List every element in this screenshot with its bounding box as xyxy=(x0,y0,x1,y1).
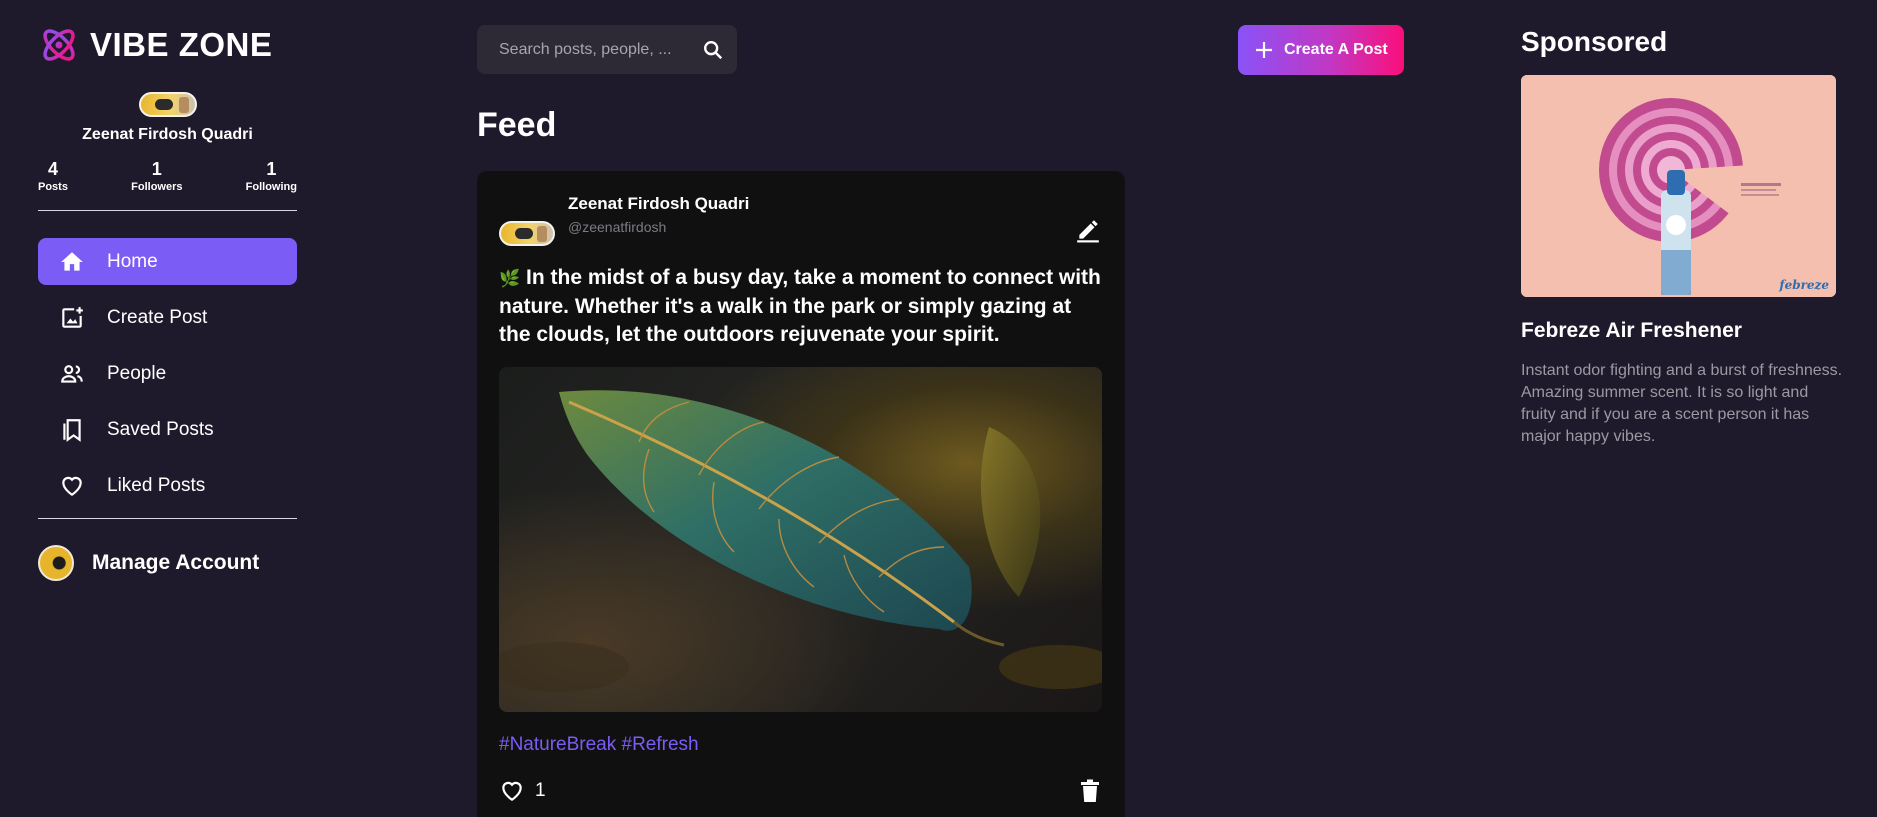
stat-label: Followers xyxy=(131,181,183,193)
post-text: 🌿 In the midst of a busy day, take a mom… xyxy=(499,264,1103,349)
add-photo-icon xyxy=(57,303,87,333)
page-title: Feed xyxy=(477,106,557,144)
stat-following[interactable]: 1 Following xyxy=(246,159,297,193)
brand-name: VIBE ZONE xyxy=(90,26,273,63)
nav-item-label: Home xyxy=(107,250,158,272)
author-name[interactable]: Zeenat Firdosh Quadri xyxy=(568,193,749,215)
ad-artwork xyxy=(1521,75,1836,297)
search-input[interactable] xyxy=(499,40,689,59)
ad-description: Instant odor fighting and a burst of fre… xyxy=(1521,362,1843,445)
nav-item-liked-posts[interactable]: Liked Posts xyxy=(38,462,297,509)
nav-item-label: Saved Posts xyxy=(107,418,214,440)
post-footer: 1 xyxy=(499,778,1103,804)
ad-brand-mark: febreze xyxy=(1779,278,1829,292)
brand-logo[interactable]: VIBE ZONE xyxy=(38,24,297,66)
author-handle: @zeenatfirdosh xyxy=(568,219,667,235)
ad-image[interactable]: febreze xyxy=(1521,75,1836,297)
profile-name: Zeenat Firdosh Quadri xyxy=(82,126,253,143)
post-tags[interactable]: #NatureBreak #Refresh xyxy=(499,734,1103,756)
search-icon[interactable] xyxy=(701,38,725,62)
avatar[interactable] xyxy=(499,221,555,246)
stat-value: 4 xyxy=(47,159,58,179)
nav-item-create-post[interactable]: Create Post xyxy=(38,294,297,341)
main-nav: Home Create Post People Saved Posts Like… xyxy=(38,238,297,509)
atom-logo-icon xyxy=(43,29,75,61)
stat-value: 1 xyxy=(266,159,277,179)
like-count: 1 xyxy=(535,780,546,801)
post-image[interactable] xyxy=(499,367,1102,712)
nav-item-home[interactable]: Home xyxy=(38,238,297,285)
manage-account-label: Manage Account xyxy=(92,551,260,574)
like-button[interactable] xyxy=(499,778,525,804)
plus-icon xyxy=(1256,42,1272,58)
nav-item-label: Create Post xyxy=(107,306,208,328)
search-bar xyxy=(477,25,737,74)
profile-stats: 4 Posts 1 Followers 1 Following xyxy=(38,159,297,193)
nav-item-people[interactable]: People xyxy=(38,350,297,397)
people-icon xyxy=(57,359,87,389)
ad-title[interactable]: Febreze Air Freshener xyxy=(1521,319,1841,343)
avatar xyxy=(38,545,74,581)
avatar[interactable] xyxy=(138,92,197,117)
nav-item-label: Liked Posts xyxy=(107,474,206,496)
leaf-emoji: 🌿 xyxy=(499,269,521,288)
stat-followers[interactable]: 1 Followers xyxy=(131,159,182,193)
stat-value: 1 xyxy=(151,159,162,179)
stat-posts[interactable]: 4 Posts xyxy=(38,159,68,193)
post-body: In the midst of a busy day, take a momen… xyxy=(499,266,1101,346)
leaf-image xyxy=(499,390,1102,692)
delete-icon[interactable] xyxy=(1077,778,1103,804)
post-author: Zeenat Firdosh Quadri @zeenatfirdosh xyxy=(568,193,749,235)
heart-icon xyxy=(57,471,87,501)
create-post-label: Create A Post xyxy=(1284,41,1388,58)
edit-icon[interactable] xyxy=(1073,215,1103,245)
nav-item-label: People xyxy=(107,362,167,384)
profile-summary: Zeenat Firdosh Quadri 4 Posts 1 Follower… xyxy=(38,92,297,193)
nav-item-saved-posts[interactable]: Saved Posts xyxy=(38,406,297,453)
divider xyxy=(38,210,297,211)
bookmarks-icon xyxy=(57,415,87,445)
stat-label: Posts xyxy=(38,181,68,193)
manage-account-link[interactable]: Manage Account xyxy=(38,545,297,581)
heart-icon xyxy=(502,781,522,801)
create-post-button[interactable]: Create A Post xyxy=(1238,25,1404,75)
home-icon xyxy=(57,247,87,277)
app-root: VIBE ZONE Zeenat Firdosh Quadri 4 Posts … xyxy=(0,0,1877,817)
post-card: Zeenat Firdosh Quadri @zeenatfirdosh 🌿 I… xyxy=(477,171,1125,817)
sponsored-sidebar: Sponsored febreze Febreze Air Freshener … xyxy=(1521,26,1843,448)
left-sidebar: VIBE ZONE Zeenat Firdosh Quadri 4 Posts … xyxy=(38,24,297,581)
post-header: Zeenat Firdosh Quadri @zeenatfirdosh xyxy=(499,193,1103,246)
divider xyxy=(38,518,297,519)
stat-label: Following xyxy=(245,181,297,193)
sponsored-title: Sponsored xyxy=(1521,26,1668,57)
